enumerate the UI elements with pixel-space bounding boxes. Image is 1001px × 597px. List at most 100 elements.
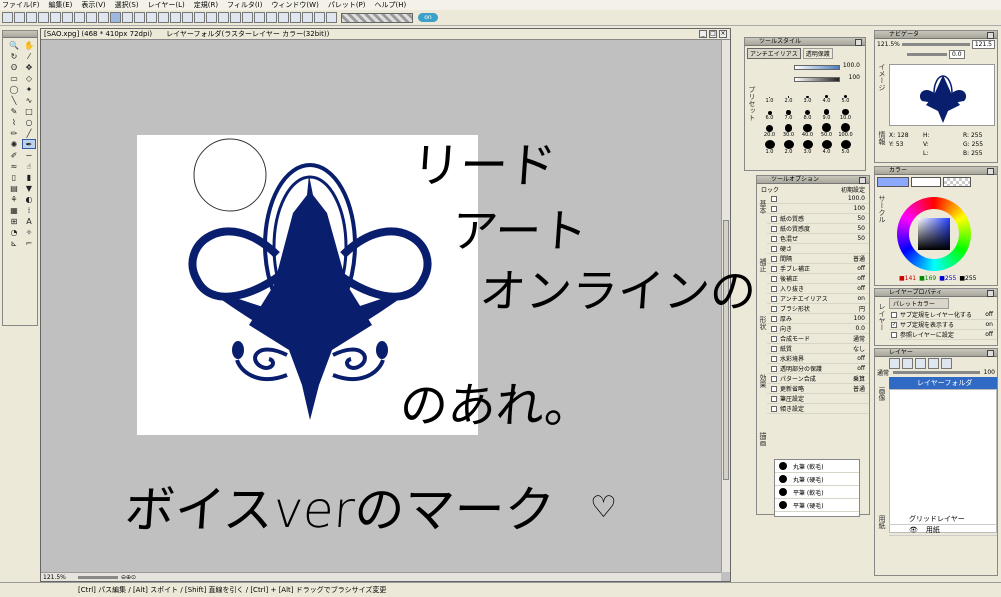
layer-property-row[interactable]: 参照レイヤーに設定 off: [889, 330, 997, 340]
blend-icon[interactable]: ∽: [22, 150, 36, 160]
tool-option-row[interactable]: 紙の質感度 50: [767, 224, 869, 234]
tool-option-row[interactable]: 100.0: [767, 194, 869, 204]
brush-size-preset[interactable]: 30.0: [780, 123, 797, 138]
ellipse-select-icon[interactable]: ◯: [7, 84, 21, 94]
close-icon[interactable]: ×: [719, 30, 727, 38]
merge-layer-icon[interactable]: [941, 358, 952, 369]
paper-layer-row[interactable]: 👁 用紙: [889, 525, 997, 536]
layer-property-row[interactable]: サブ定規をレイヤー化する off: [889, 310, 997, 320]
menu-item-8[interactable]: パレット(P): [328, 0, 366, 10]
menu-item-2[interactable]: 表示(V): [81, 0, 105, 10]
delete-layer-icon[interactable]: [928, 358, 939, 369]
blend-mode-select[interactable]: 通常: [877, 368, 889, 377]
hand-tool-icon[interactable]: ✋: [22, 40, 36, 50]
brush-list-item[interactable]: 丸筆 (硬毛): [775, 473, 859, 486]
airbrush-icon[interactable]: ✺: [7, 139, 21, 149]
tool-option-row[interactable]: 入り抜き off: [767, 284, 869, 294]
tool-option-row[interactable]: 手ブレ補正 off: [767, 264, 869, 274]
polyline-icon[interactable]: ⌇: [7, 117, 21, 127]
menu-item-6[interactable]: フィルタ(I): [227, 0, 262, 10]
nav-angle-input[interactable]: 0.0: [949, 49, 965, 59]
toggle-pill[interactable]: on: [418, 13, 438, 22]
tool-option-row[interactable]: 合成モード 通常: [767, 334, 869, 344]
brush-size-preset[interactable]: 2.0: [780, 140, 797, 155]
move-icon[interactable]: ✥: [22, 62, 36, 72]
tone-icon[interactable]: ⁞: [22, 205, 36, 215]
fill-tool-icon[interactable]: ▼: [22, 183, 36, 193]
stamp-icon[interactable]: ⚘: [7, 194, 21, 204]
eye-icon[interactable]: 👁: [909, 526, 918, 534]
circle-side-tab[interactable]: サークル: [877, 195, 887, 223]
navigator-thumbnail[interactable]: [889, 64, 995, 126]
pen-icon[interactable]: [170, 12, 181, 23]
pen-alt-icon[interactable]: ⌐: [22, 238, 36, 248]
magic-wand-icon[interactable]: ✦: [22, 84, 36, 94]
tool-option-row[interactable]: 透明部分の保護 off: [767, 364, 869, 374]
eraser-tool-icon[interactable]: ▯: [7, 172, 21, 182]
open-file-icon[interactable]: [26, 12, 37, 23]
curve-icon[interactable]: ∿: [22, 95, 36, 105]
layer-list-area[interactable]: [889, 389, 997, 533]
layer-side-tab[interactable]: レイヤー: [877, 303, 887, 331]
snap-icon[interactable]: [242, 12, 253, 23]
tool-option-row[interactable]: 紙質 なし: [767, 344, 869, 354]
tool-option-side-tab[interactable]: 基本: [758, 200, 768, 214]
undo-icon[interactable]: [86, 12, 97, 23]
save-file-icon[interactable]: [38, 12, 49, 23]
brush-size-preset[interactable]: 4.0: [818, 89, 835, 104]
frame-icon[interactable]: ⊞: [7, 216, 21, 226]
brush-size-preset[interactable]: 100.0: [837, 123, 854, 138]
brush-size-preset[interactable]: 3.0: [799, 140, 816, 155]
tool-option-row[interactable]: アンチエイリアス on: [767, 294, 869, 304]
tool-option-side-tab[interactable]: 描画: [758, 432, 768, 446]
tab-transparent[interactable]: 透明保護: [802, 48, 833, 59]
tool-option-row[interactable]: 後補正 off: [767, 274, 869, 284]
brush-size-preset[interactable]: 20.0: [761, 123, 778, 138]
tool-option-row[interactable]: 間隔 普通: [767, 254, 869, 264]
brush-list-item[interactable]: 平筆 (硬毛): [775, 499, 859, 512]
tool-option-row[interactable]: 向き 0.0: [767, 324, 869, 334]
tool-option-row[interactable]: 傾き設定: [767, 404, 869, 414]
menu-item-5[interactable]: 定規(R): [194, 0, 218, 10]
brush-size-preset[interactable]: 1.0: [761, 89, 778, 104]
eraser-icon[interactable]: [182, 12, 193, 23]
sparkle-icon[interactable]: ✧: [22, 227, 36, 237]
brush-size-preset[interactable]: 2.0: [780, 89, 797, 104]
zoom-in-icon[interactable]: [278, 12, 289, 23]
palette-color-button[interactable]: パレットカラー: [889, 298, 949, 309]
lasso-icon[interactable]: ʘ: [7, 62, 21, 72]
layer-property-row[interactable]: ✓ サブ定規を表示する on: [889, 320, 997, 330]
opacity-slider[interactable]: [893, 370, 980, 374]
pencil-icon[interactable]: ✏: [7, 128, 21, 138]
watercolor-icon[interactable]: ≈: [7, 161, 21, 171]
copy-icon[interactable]: [62, 12, 73, 23]
tool-option-side-tab[interactable]: 効果: [758, 374, 768, 388]
tool-option-row[interactable]: ブラシ形状円: [767, 304, 869, 314]
horizontal-scrollbar[interactable]: 121.5% ⊖⊕⊙: [41, 572, 721, 581]
nav-rotate-slider[interactable]: [907, 52, 947, 56]
print-icon[interactable]: [50, 12, 61, 23]
paper-layers-tab[interactable]: 用紙: [877, 515, 887, 529]
brush-size-preset[interactable]: 4.0: [818, 140, 835, 155]
redo-icon[interactable]: [98, 12, 109, 23]
layer-folder-row[interactable]: レイヤーフォルダ: [889, 377, 997, 389]
copy-layer-icon[interactable]: [915, 358, 926, 369]
new-layer-icon[interactable]: [889, 358, 900, 369]
window-icon[interactable]: [266, 12, 277, 23]
zoom-slider[interactable]: [78, 575, 118, 579]
poly-select-icon[interactable]: ◇: [22, 73, 36, 83]
transform-icon[interactable]: [194, 12, 205, 23]
color-wheel[interactable]: [897, 197, 971, 271]
brush-list-item[interactable]: 平筆 (軟毛): [775, 486, 859, 499]
brush-size-preset[interactable]: 50.0: [818, 123, 835, 138]
tool-option-row[interactable]: 更新省略 普通: [767, 384, 869, 394]
invert-icon[interactable]: [158, 12, 169, 23]
menu-item-0[interactable]: ファイル(F): [2, 0, 40, 10]
flip-icon[interactable]: [206, 12, 217, 23]
new-folder-icon[interactable]: [902, 358, 913, 369]
dodge-icon[interactable]: ◐: [22, 194, 36, 204]
record-icon[interactable]: [326, 12, 337, 23]
gradient-icon[interactable]: ▤: [7, 183, 21, 193]
smudge-icon[interactable]: ☝: [22, 161, 36, 171]
reset-button[interactable]: 初期設定: [841, 185, 865, 194]
